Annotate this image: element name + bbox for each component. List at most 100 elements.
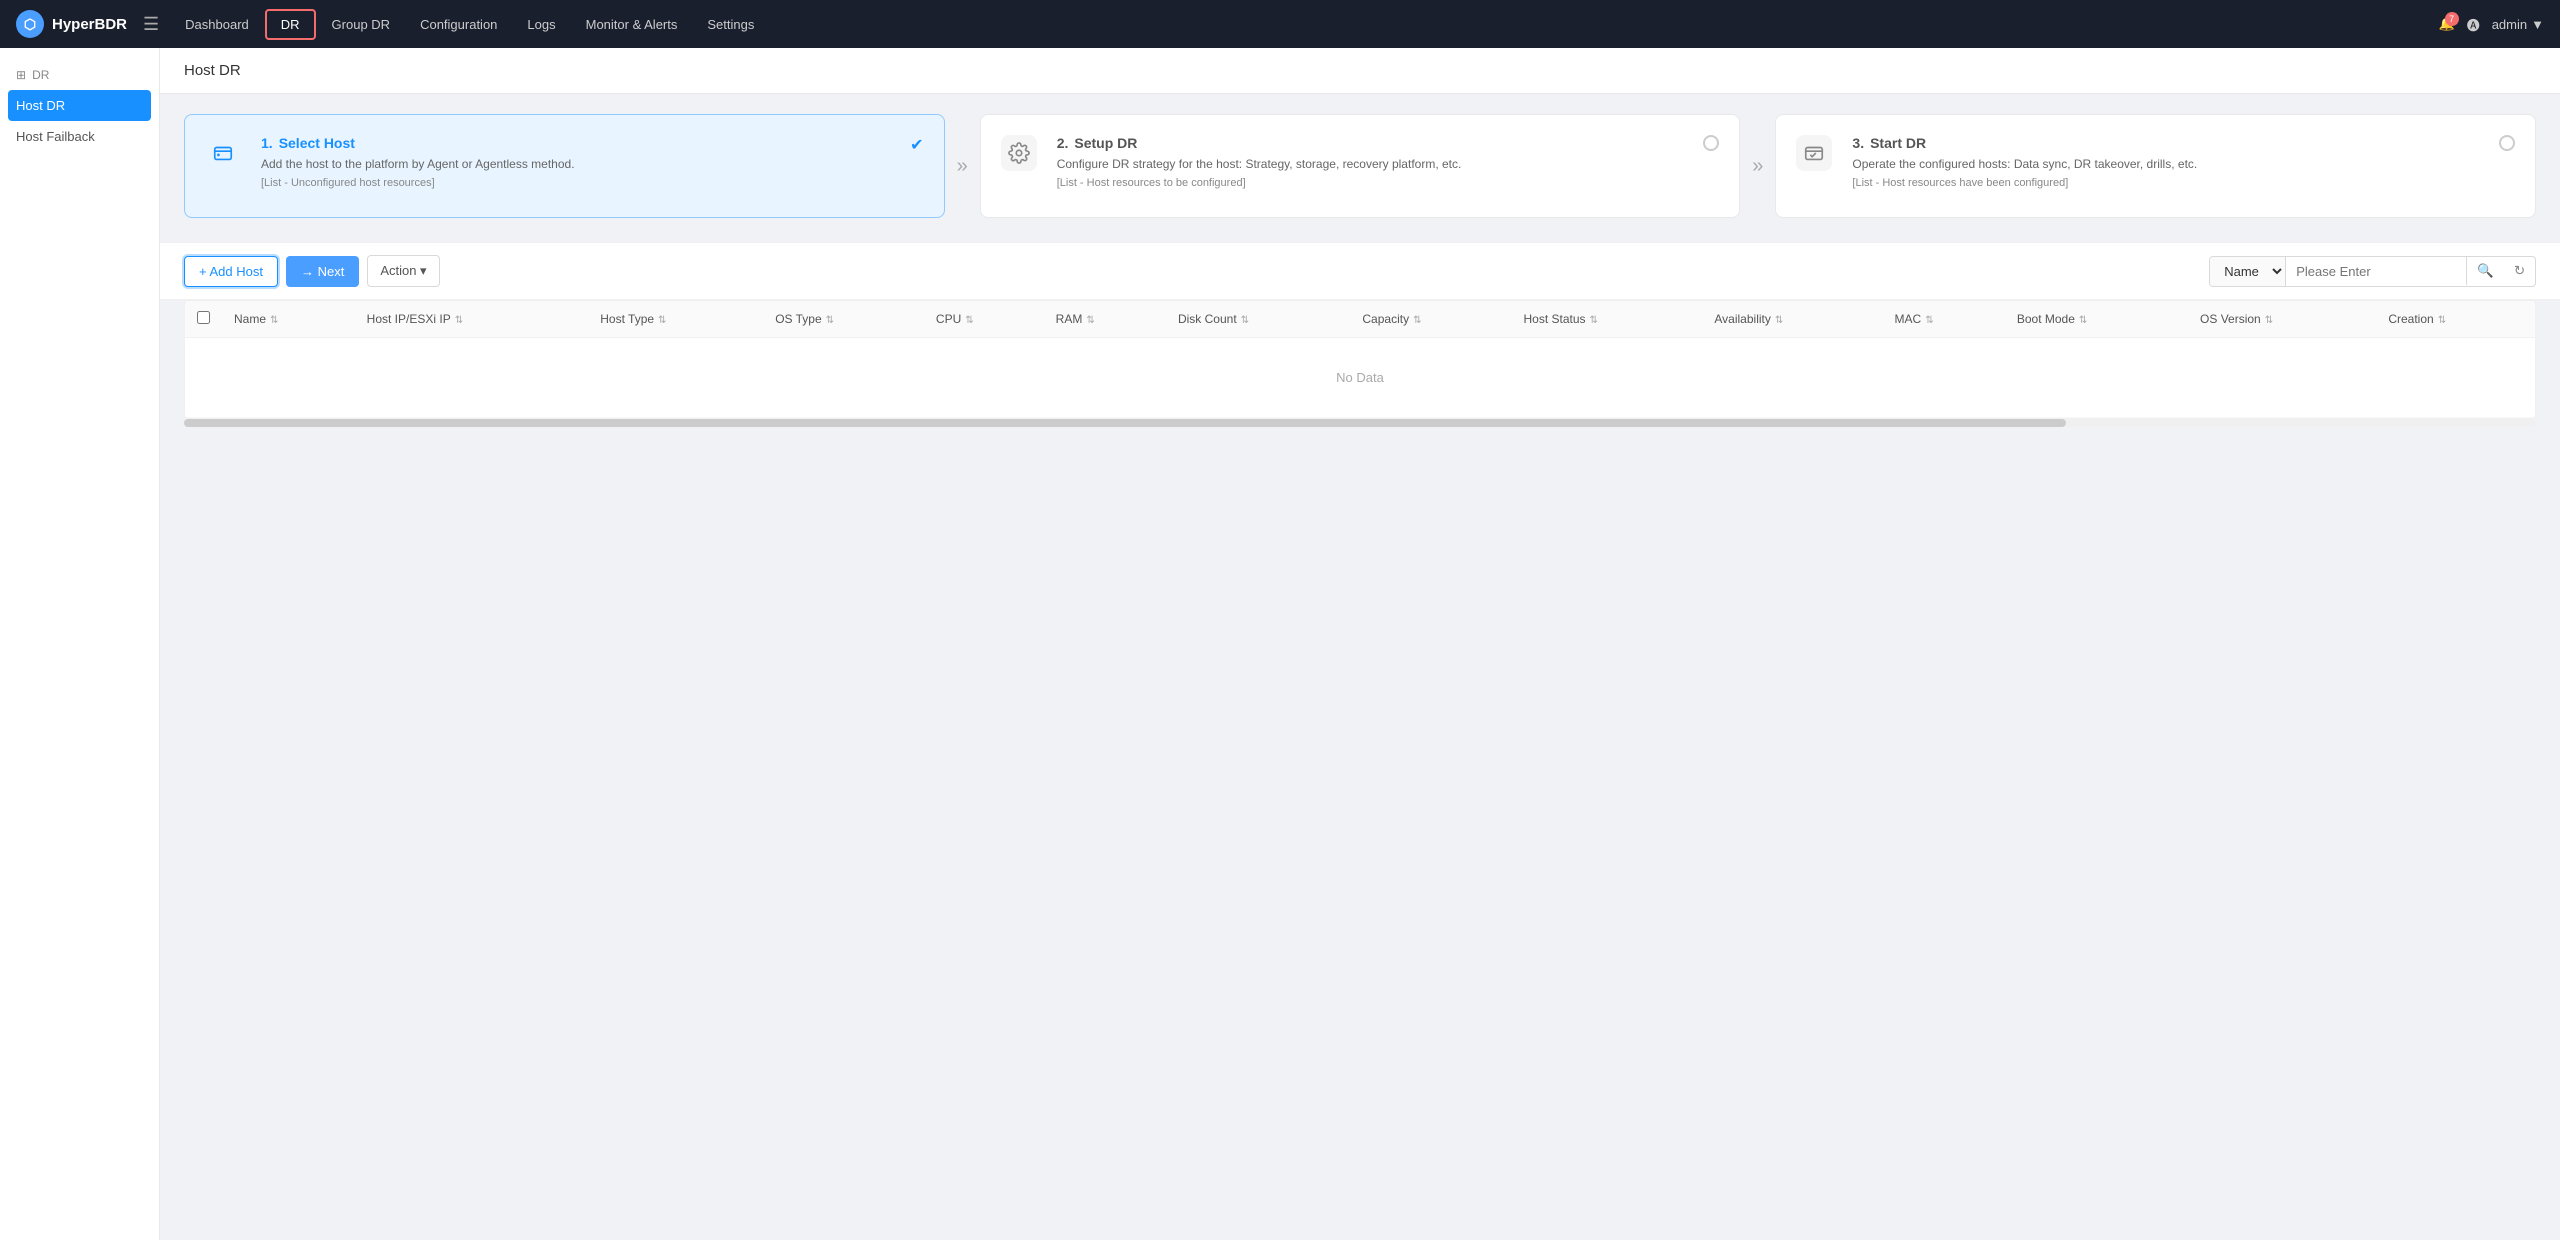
nav-item-settings[interactable]: Settings (693, 11, 768, 38)
search-input[interactable] (2286, 258, 2466, 285)
col-os-version[interactable]: OS Version⇅ (2188, 301, 2376, 338)
step-card-link-3[interactable]: [List - Host resources have been configu… (1852, 177, 2197, 189)
notification-bell[interactable]: 🔔 7 (2439, 16, 2455, 32)
sort-arrows-mac: ⇅ (1925, 315, 1933, 326)
nav-item-group-dr[interactable]: Group DR (318, 11, 405, 38)
col-ram[interactable]: RAM⇅ (1044, 301, 1166, 338)
col-availability[interactable]: Availability⇅ (1702, 301, 1882, 338)
nav-item-configuration[interactable]: Configuration (406, 11, 511, 38)
step-card-header-1: 1. Select Host Add the host to the platf… (205, 135, 924, 189)
step-card-title-3: 3. Start DR (1852, 135, 2197, 151)
toolbar: + Add Host → Next Action ▾ Name 🔍 ↻ (160, 242, 2560, 300)
col-host-ip[interactable]: Host IP/ESXi IP⇅ (355, 301, 589, 338)
host-table: Name⇅ Host IP/ESXi IP⇅ Host Type⇅ OS Typ… (184, 300, 2536, 419)
layout: ⊞ DR Host DR Host Failback Host DR (0, 48, 2560, 1240)
step-card-link-2[interactable]: [List - Host resources to be configured] (1057, 177, 1462, 189)
col-capacity[interactable]: Capacity⇅ (1350, 301, 1511, 338)
sidebar-item-host-dr-label: Host DR (16, 98, 65, 113)
search-button[interactable]: 🔍 (2466, 257, 2504, 285)
step-icon-1 (205, 135, 241, 171)
brand: ⬡ HyperBDR (16, 10, 127, 38)
sort-arrows-cpu: ⇅ (965, 315, 973, 326)
sidebar: ⊞ DR Host DR Host Failback (0, 48, 160, 1240)
sort-arrows-os-version: ⇅ (2265, 315, 2273, 326)
action-button[interactable]: Action ▾ (367, 255, 439, 287)
search-filter-select[interactable]: Name (2210, 257, 2286, 286)
step-circle-icon-3 (2499, 135, 2515, 151)
col-checkbox (185, 301, 222, 338)
select-all-checkbox[interactable] (197, 311, 210, 324)
step-card-desc-2: Configure DR strategy for the host: Stra… (1057, 155, 1462, 173)
col-name[interactable]: Name⇅ (222, 301, 355, 338)
sort-arrows-name: ⇅ (270, 315, 278, 326)
page-title: Host DR (184, 62, 241, 79)
nav-right: 🔔 7 🅐 admin ▼ (2439, 15, 2545, 34)
user-avatar-icon: 🅐 (2467, 15, 2480, 34)
sort-arrows-boot-mode: ⇅ (2079, 315, 2087, 326)
col-host-status[interactable]: Host Status⇅ (1512, 301, 1703, 338)
sort-arrows-creation: ⇅ (2438, 315, 2446, 326)
step-card-title-2: 2. Setup DR (1057, 135, 1462, 151)
scrollbar-thumb[interactable] (184, 419, 2066, 427)
no-data-cell: No Data (185, 338, 2535, 418)
col-os-type[interactable]: OS Type⇅ (763, 301, 924, 338)
brand-name: HyperBDR (52, 16, 127, 33)
horizontal-scrollbar[interactable] (184, 419, 2536, 427)
sort-arrows-host-status: ⇅ (1590, 315, 1598, 326)
sort-arrows-os-type: ⇅ (826, 315, 834, 326)
main-content: Host DR (160, 48, 2560, 1240)
step-cards: 1. Select Host Add the host to the platf… (160, 94, 2560, 238)
add-host-button[interactable]: + Add Host (184, 256, 278, 287)
nav-item-monitor-alerts[interactable]: Monitor & Alerts (572, 11, 692, 38)
step-icon-3 (1796, 135, 1832, 171)
step-arrow-2-3: » (1740, 114, 1775, 218)
step-card-link-1[interactable]: [List - Unconfigured host resources] (261, 177, 575, 189)
step-card-select-host: 1. Select Host Add the host to the platf… (184, 114, 945, 218)
step-card-setup-dr: 2. Setup DR Configure DR strategy for th… (980, 114, 1741, 218)
refresh-button[interactable]: ↻ (2504, 257, 2535, 285)
bell-badge: 7 (2445, 12, 2459, 26)
nav-item-logs[interactable]: Logs (513, 11, 569, 38)
sort-arrows-ram: ⇅ (1086, 315, 1094, 326)
step-card-desc-3: Operate the configured hosts: Data sync,… (1852, 155, 2197, 173)
sort-arrows-capacity: ⇅ (1413, 315, 1421, 326)
hamburger-icon[interactable]: ☰ (143, 14, 159, 35)
sort-arrows-host-ip: ⇅ (455, 315, 463, 326)
sidebar-item-host-failback[interactable]: Host Failback (0, 121, 159, 152)
step-card-title-1: 1. Select Host (261, 135, 575, 151)
sidebar-section-icon: ⊞ (16, 68, 26, 82)
sidebar-item-host-failback-label: Host Failback (16, 129, 95, 144)
sidebar-section-dr: ⊞ DR (0, 60, 159, 90)
user-menu[interactable]: admin ▼ (2492, 17, 2544, 32)
sidebar-item-host-dr[interactable]: Host DR (8, 90, 151, 121)
step-card-desc-1: Add the host to the platform by Agent or… (261, 155, 575, 173)
step-circle-icon-2 (1703, 135, 1719, 151)
sort-arrows-host-type: ⇅ (658, 315, 666, 326)
data-table: Name⇅ Host IP/ESXi IP⇅ Host Type⇅ OS Typ… (185, 301, 2535, 418)
col-cpu[interactable]: CPU⇅ (924, 301, 1044, 338)
no-data-row: No Data (185, 338, 2535, 418)
step-card-start-dr: 3. Start DR Operate the configured hosts… (1775, 114, 2536, 218)
step-icon-2 (1001, 135, 1037, 171)
sidebar-section-label: DR (32, 68, 49, 82)
table-header: Name⇅ Host IP/ESXi IP⇅ Host Type⇅ OS Typ… (185, 301, 2535, 338)
col-mac[interactable]: MAC⇅ (1883, 301, 2005, 338)
step-card-header-2: 2. Setup DR Configure DR strategy for th… (1001, 135, 1720, 189)
col-disk-count[interactable]: Disk Count⇅ (1166, 301, 1350, 338)
step-check-icon-1: ✔ (910, 135, 923, 155)
sort-arrows-availability: ⇅ (1775, 315, 1783, 326)
brand-icon: ⬡ (16, 10, 44, 38)
step-arrow-1-2: » (945, 114, 980, 218)
next-button[interactable]: → Next (286, 256, 359, 287)
nav-item-dashboard[interactable]: Dashboard (171, 11, 263, 38)
nav-item-dr[interactable]: DR (265, 9, 316, 40)
step-card-header-3: 3. Start DR Operate the configured hosts… (1796, 135, 2515, 189)
user-dropdown-icon: ▼ (2531, 17, 2544, 32)
col-creation[interactable]: Creation⇅ (2376, 301, 2535, 338)
col-host-type[interactable]: Host Type⇅ (588, 301, 763, 338)
col-boot-mode[interactable]: Boot Mode⇅ (2005, 301, 2188, 338)
search-group: Name 🔍 ↻ (2209, 256, 2536, 287)
sort-arrows-disk-count: ⇅ (1241, 315, 1249, 326)
nav-items: DashboardDRGroup DRConfigurationLogsMoni… (171, 9, 2438, 40)
page-header: Host DR (160, 48, 2560, 94)
